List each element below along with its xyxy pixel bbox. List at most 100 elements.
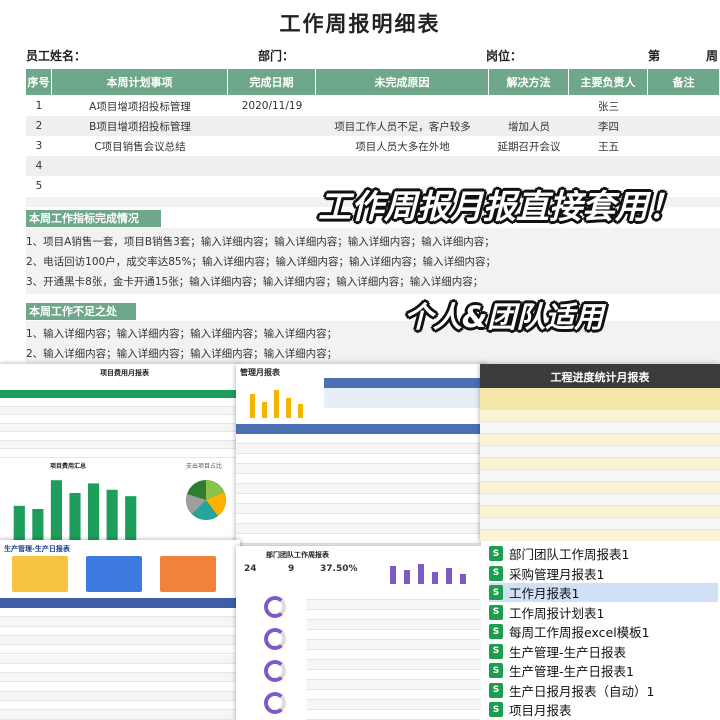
- table-cell[interactable]: [52, 176, 228, 196]
- thumbnail-row: [0, 682, 240, 692]
- table-cell[interactable]: 2: [26, 116, 52, 136]
- file-item[interactable]: S 生产管理-生产日报表1: [489, 661, 718, 680]
- thumbnail-row: [0, 710, 240, 720]
- table-cell[interactable]: [316, 156, 489, 176]
- table-row: 1 A项目增项招投标管理 2020/11/19 张三: [26, 96, 720, 116]
- file-item[interactable]: S 部门团队工作周报表1: [489, 544, 718, 563]
- table-cell[interactable]: 3: [26, 136, 52, 156]
- section-title-shortcomings: 本周工作不足之处: [26, 303, 136, 320]
- table-cell[interactable]: 李四: [569, 116, 648, 136]
- table-cell[interactable]: C项目销售会议总结: [52, 136, 228, 156]
- thumbnail-row: [306, 660, 486, 670]
- thumbnail-row: [306, 630, 486, 640]
- table-cell[interactable]: [52, 156, 228, 176]
- table-row: 3 C项目销售会议总结 项目人员大多在外地 延期召开会议 王五: [26, 136, 720, 156]
- progress-report-title: 工程进度统计月报表: [550, 371, 650, 384]
- table-cell[interactable]: [228, 136, 316, 156]
- file-item[interactable]: S 项目月报表: [489, 700, 718, 719]
- thumbnail-team-report[interactable]: 部门团队工作周报表 24 9 37.50%: [236, 546, 486, 720]
- shortcoming-line[interactable]: 2、输入详细内容；输入详细内容；输入详细内容；输入详细内容；: [26, 346, 337, 361]
- purchase-kpi-header: [324, 378, 486, 388]
- cost-bar-chart: [13, 480, 137, 541]
- thumbnail-row: [306, 710, 486, 720]
- progress-ring: [264, 660, 286, 682]
- team-report-title: 部门团队工作周报表: [266, 551, 329, 559]
- thumbnail-row: [480, 422, 720, 434]
- file-item[interactable]: S 工作月报表1: [489, 583, 718, 602]
- table-cell[interactable]: 5: [26, 176, 52, 196]
- thumbnail-row: [0, 449, 240, 458]
- file-item[interactable]: S 生产管理-生产日报表: [489, 642, 718, 661]
- achievement-line[interactable]: 3、开通黑卡8张，金卡开通15张；输入详细内容；输入详细内容；输入详细内容；输入…: [26, 274, 483, 289]
- shortcoming-line[interactable]: 1、输入详细内容；输入详细内容；输入详细内容；输入详细内容；: [26, 326, 337, 341]
- table-cell[interactable]: [489, 156, 569, 176]
- thumbnail-row: [0, 664, 240, 674]
- table-cell[interactable]: 延期召开会议: [489, 136, 569, 156]
- thumbnail-row: [306, 670, 486, 680]
- table-cell[interactable]: 1: [26, 96, 52, 116]
- thumbnail-row: [306, 620, 486, 630]
- table-cell[interactable]: 张三: [569, 96, 648, 116]
- cost-table-header: [0, 390, 240, 398]
- thumbnail-row: [480, 434, 720, 446]
- thumbnail-production-report[interactable]: 生产管理-生产日报表: [0, 540, 240, 720]
- file-item[interactable]: S 采购管理月报表1: [489, 564, 718, 583]
- table-cell[interactable]: [569, 156, 648, 176]
- table-cell[interactable]: [228, 116, 316, 136]
- promo-subline: 个人&团队适用: [404, 300, 604, 334]
- thumbnail-progress-report[interactable]: 工程进度统计月报表: [480, 364, 720, 542]
- table-cell[interactable]: [489, 96, 569, 116]
- thumbnail-cost-report[interactable]: 项目费用月报表 项目费用汇总 支出项目占比: [0, 364, 240, 544]
- purchase-mini-chart: [250, 390, 303, 418]
- chart-bar: [69, 493, 81, 541]
- table-cell[interactable]: 2020/11/19: [228, 96, 316, 116]
- table-cell[interactable]: 项目人员大多在外地: [316, 136, 489, 156]
- column-header[interactable]: 序号: [26, 69, 52, 95]
- table-cell[interactable]: [648, 156, 720, 176]
- achievement-line[interactable]: 1、项目A销售一套，项目B销售3套；输入详细内容；输入详细内容；输入详细内容；输…: [26, 234, 495, 249]
- table-cell[interactable]: B项目增项招投标管理: [52, 116, 228, 136]
- thumbnail-row: [236, 524, 486, 534]
- column-header[interactable]: 本周计划事项: [52, 69, 228, 95]
- table-cell[interactable]: A项目增项招投标管理: [52, 96, 228, 116]
- table-cell[interactable]: 4: [26, 156, 52, 176]
- table-cell[interactable]: [316, 96, 489, 116]
- table-cell[interactable]: [228, 156, 316, 176]
- column-header[interactable]: 备注: [648, 69, 720, 95]
- file-item[interactable]: S 工作周报计划表1: [489, 603, 718, 622]
- thumbnail-row: [236, 494, 486, 504]
- progress-ring: [264, 596, 286, 618]
- employee-name-label: 员工姓名：: [26, 49, 87, 63]
- thumbnail-row: [480, 506, 720, 518]
- table-cell[interactable]: [228, 176, 316, 196]
- position-label: 岗位：: [486, 49, 523, 63]
- thumbnail-row: [0, 635, 240, 646]
- purchase-kpi-row: [324, 388, 486, 408]
- column-header[interactable]: 完成日期: [228, 69, 316, 95]
- production-table-header: [0, 598, 240, 608]
- file-item[interactable]: S 生产日报月报表（自动）1: [489, 681, 718, 700]
- purchase-table-header: [236, 424, 486, 434]
- achievement-line[interactable]: 2、电话回访100户，成交率达85%；输入详细内容；输入详细内容；输入详细内容；…: [26, 254, 496, 269]
- spreadsheet-icon: S: [489, 702, 503, 717]
- department-label: 部门：: [258, 49, 295, 63]
- cost-report-title: 项目费用月报表: [100, 369, 149, 377]
- table-cell[interactable]: 增加人员: [489, 116, 569, 136]
- table-cell[interactable]: [648, 116, 720, 136]
- table-cell[interactable]: 王五: [569, 136, 648, 156]
- column-header[interactable]: 未完成原因: [316, 69, 489, 95]
- table-cell[interactable]: [648, 96, 720, 116]
- table-cell[interactable]: [648, 136, 720, 156]
- file-item[interactable]: S 每周工作周报excel模板1: [489, 622, 718, 641]
- cost-pie-title: 支出项目占比: [186, 463, 223, 470]
- thumbnail-row: [480, 494, 720, 506]
- column-header[interactable]: 主要负责人: [569, 69, 648, 95]
- thumbnail-row: [306, 640, 486, 650]
- team-stat: 24: [244, 564, 257, 574]
- thumbnail-row: [306, 700, 486, 710]
- column-header[interactable]: 解决方法: [489, 69, 569, 95]
- thumbnail-row: [480, 410, 720, 422]
- table-cell[interactable]: 项目工作人员不足，客户较多: [316, 116, 489, 136]
- thumbnail-purchase-report[interactable]: 管理月报表: [236, 364, 486, 564]
- thumbnail-row: [306, 680, 486, 690]
